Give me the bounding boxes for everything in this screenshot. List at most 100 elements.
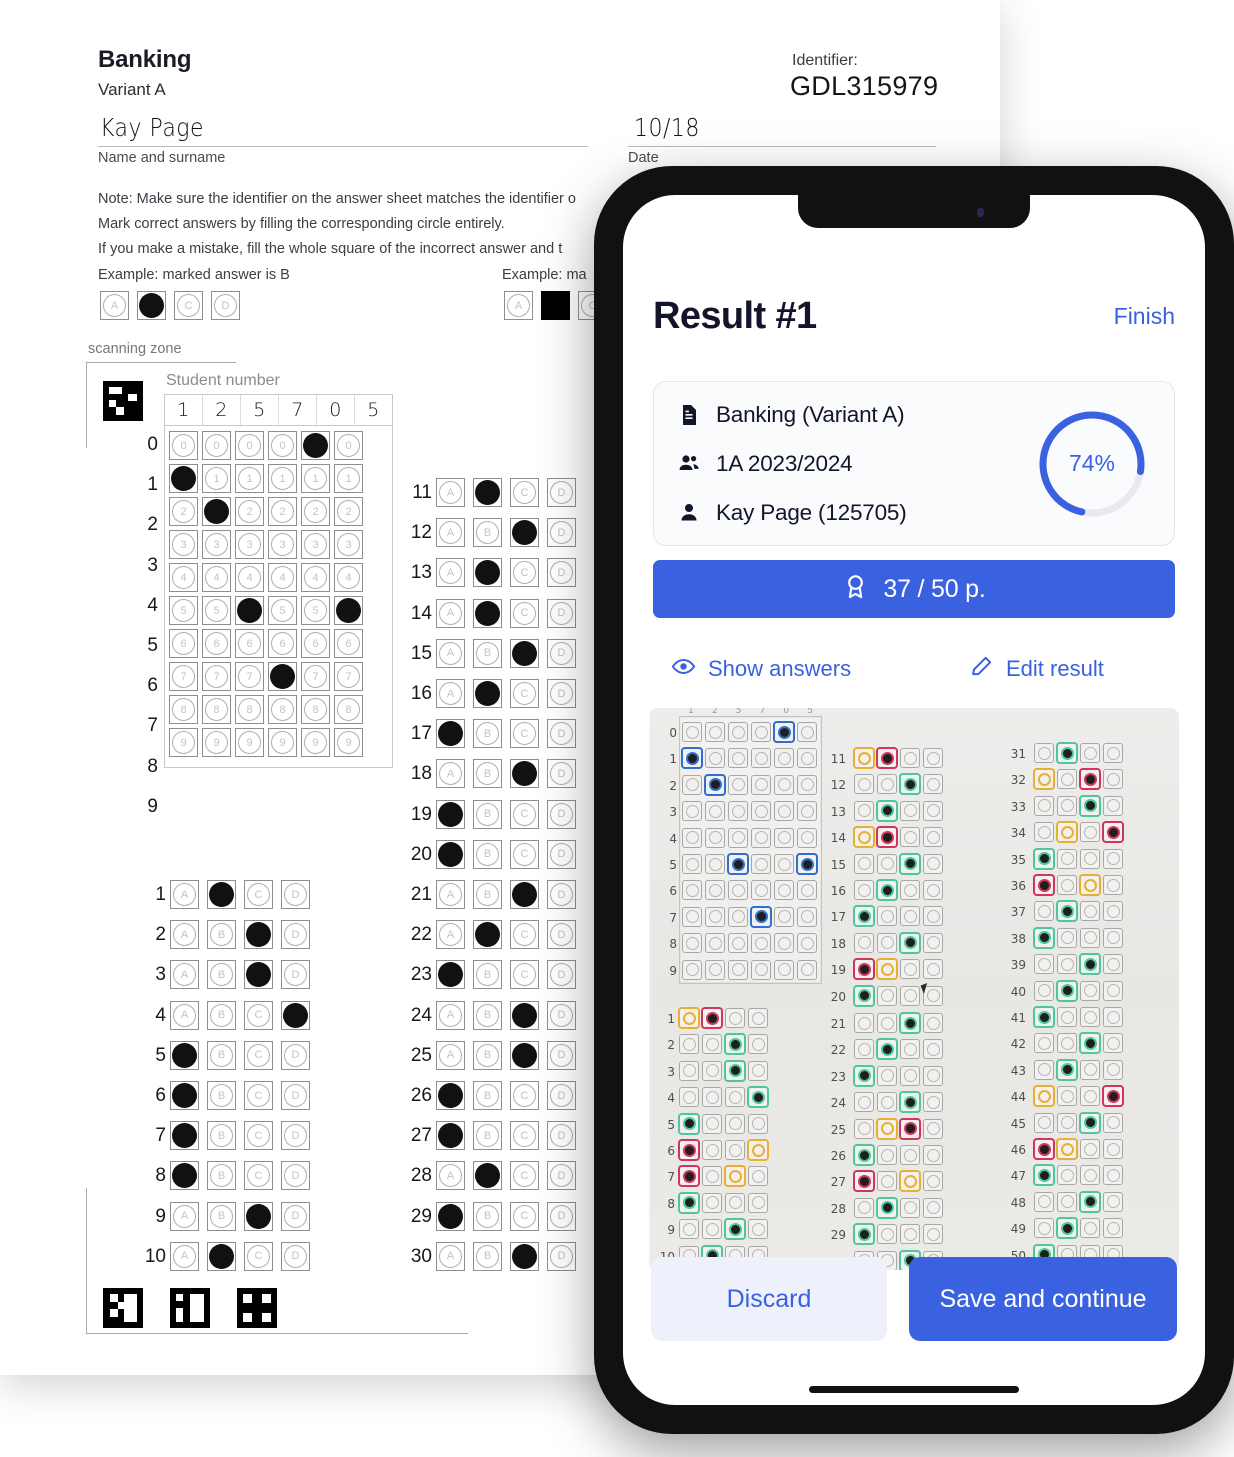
- bubble-ring: 3: [304, 533, 327, 556]
- scan-bubble-dot: [754, 857, 768, 871]
- bubble-ring: 5: [337, 599, 360, 622]
- answer-bubble: 6: [334, 629, 363, 658]
- bubble-ring: D: [550, 601, 573, 625]
- scan-bubble: [877, 932, 897, 953]
- bubble-ring: 4: [304, 566, 327, 589]
- bubble-ring: D: [550, 1043, 573, 1067]
- show-answers-button[interactable]: Show answers: [653, 654, 953, 685]
- scan-bubble-dot: [903, 883, 917, 897]
- bubble-ring: D: [550, 561, 573, 585]
- scan-bubble-dot: [754, 936, 768, 950]
- answer-bubble: 2: [268, 497, 297, 526]
- scan-bubble-dot: [777, 804, 791, 818]
- scan-bubble-dot: [1106, 852, 1120, 866]
- scan-bubble: [728, 880, 748, 901]
- scan-bubble: [923, 932, 943, 953]
- answer-bubble: A: [436, 1040, 465, 1070]
- scan-bubble-dot: [1083, 984, 1097, 998]
- bubble-ring: C: [513, 1043, 536, 1067]
- scan-bubble: [1103, 848, 1123, 869]
- scan-bubble-marked: [679, 1166, 699, 1187]
- group-icon: [676, 451, 701, 476]
- scan-bubble-dot: [1060, 746, 1074, 760]
- answer-bubble: 1: [334, 464, 363, 493]
- answer-bubble: D: [281, 1201, 310, 1231]
- scan-bubble-dot: [705, 1117, 719, 1131]
- scan-bubble-dot: [728, 1090, 742, 1104]
- bubble-ring: 0: [337, 434, 360, 457]
- scan-answer-row: [1034, 901, 1123, 922]
- answer-bubble: C: [244, 1081, 273, 1110]
- scan-bubble-marked: [854, 1145, 874, 1165]
- scan-bubble-dot: [857, 777, 871, 791]
- scan-bubble-dot: [754, 751, 768, 765]
- scan-bubble-marked: [877, 1197, 897, 1218]
- note-line-1: Note: Make sure the identifier on the an…: [98, 191, 576, 207]
- answer-bubble-marked: A: [170, 1040, 199, 1070]
- scan-sn-row: [682, 801, 817, 822]
- scan-question-number: 38: [1010, 931, 1026, 946]
- bubble-ring: B: [476, 1244, 499, 1268]
- bubble-ring: C: [513, 641, 536, 665]
- bubble-ring: A: [439, 722, 462, 746]
- scan-answer-row: [1034, 743, 1123, 763]
- answer-bubble: B: [473, 1121, 502, 1151]
- scan-bubble: [679, 1034, 699, 1055]
- bubble-ring: A: [439, 762, 462, 786]
- answer-bubble: A: [436, 638, 465, 668]
- scan-bubble-dot: [880, 1095, 894, 1109]
- answer-bubble: 6: [301, 629, 330, 658]
- answer-bubble-marked: D: [281, 1000, 310, 1030]
- answer-bubble: 0: [235, 431, 264, 460]
- bubble-ring: C: [247, 1244, 270, 1268]
- scan-bubble-dot: [880, 989, 894, 1003]
- scan-bubble-dot: [1106, 825, 1120, 839]
- scan-answer-row: [1034, 980, 1123, 1001]
- scan-bubble: [1034, 1033, 1054, 1054]
- save-and-continue-button[interactable]: Save and continue: [909, 1257, 1177, 1341]
- scan-bubble: [1057, 1165, 1077, 1186]
- scan-bubble: [748, 1034, 768, 1055]
- scan-bubble-marked: [900, 774, 920, 795]
- bubble-ring: C: [513, 1164, 536, 1188]
- answer-bubble: B: [473, 1040, 502, 1070]
- fiducial-marker-bottom-3: [237, 1288, 277, 1328]
- answer-row: ABCD: [170, 920, 310, 950]
- scan-bubble-dot: [777, 963, 791, 977]
- scan-bubble-dot: [731, 725, 745, 739]
- bubble-ring: 9: [172, 731, 195, 754]
- scan-bubble: [854, 1092, 874, 1113]
- scanned-sheet-preview[interactable]: 125705 0123456789 12345678910 1112131415…: [649, 708, 1179, 1270]
- scan-bubble: [682, 906, 702, 927]
- scan-bubble-dot: [926, 1016, 940, 1030]
- scan-bubble-dot: [1083, 799, 1097, 813]
- scan-bubble-marked: [1080, 769, 1100, 790]
- scan-bubble: [1080, 848, 1100, 869]
- finish-button[interactable]: Finish: [1114, 303, 1175, 330]
- answer-bubble: D: [547, 920, 576, 950]
- scan-bubble-dot: [1060, 957, 1074, 971]
- scan-bubble: [923, 1145, 943, 1165]
- scan-bubble-marked: [797, 854, 817, 874]
- answer-bubble: A: [170, 1241, 199, 1271]
- answer-bubble: B: [207, 1000, 236, 1030]
- fiducial-marker-bottom-1: [103, 1288, 143, 1328]
- scan-question-number: 49: [1010, 1222, 1026, 1237]
- scan-bubble-dot: [926, 804, 940, 818]
- scan-bubble-dot: [754, 910, 768, 924]
- edit-result-button[interactable]: Edit result: [953, 654, 1104, 685]
- scanning-zone-border-bottom: [86, 1333, 468, 1334]
- scan-question-number: 45: [1010, 1116, 1026, 1131]
- answer-bubble: B: [473, 880, 502, 909]
- scan-bubble-dot: [685, 751, 699, 765]
- scan-bubble-dot: [903, 962, 917, 976]
- discard-button[interactable]: Discard: [651, 1257, 887, 1341]
- scan-bubble-dot: [903, 936, 917, 950]
- scan-bubble: [923, 774, 943, 795]
- scan-bubble: [1103, 1191, 1123, 1212]
- name-field-label: Name and surname: [98, 150, 226, 166]
- scan-bubble-dot: [777, 778, 791, 792]
- bubble-ring: 3: [172, 533, 195, 556]
- scan-bubble-marked: [1057, 901, 1077, 922]
- bubble-ring: C: [513, 802, 536, 826]
